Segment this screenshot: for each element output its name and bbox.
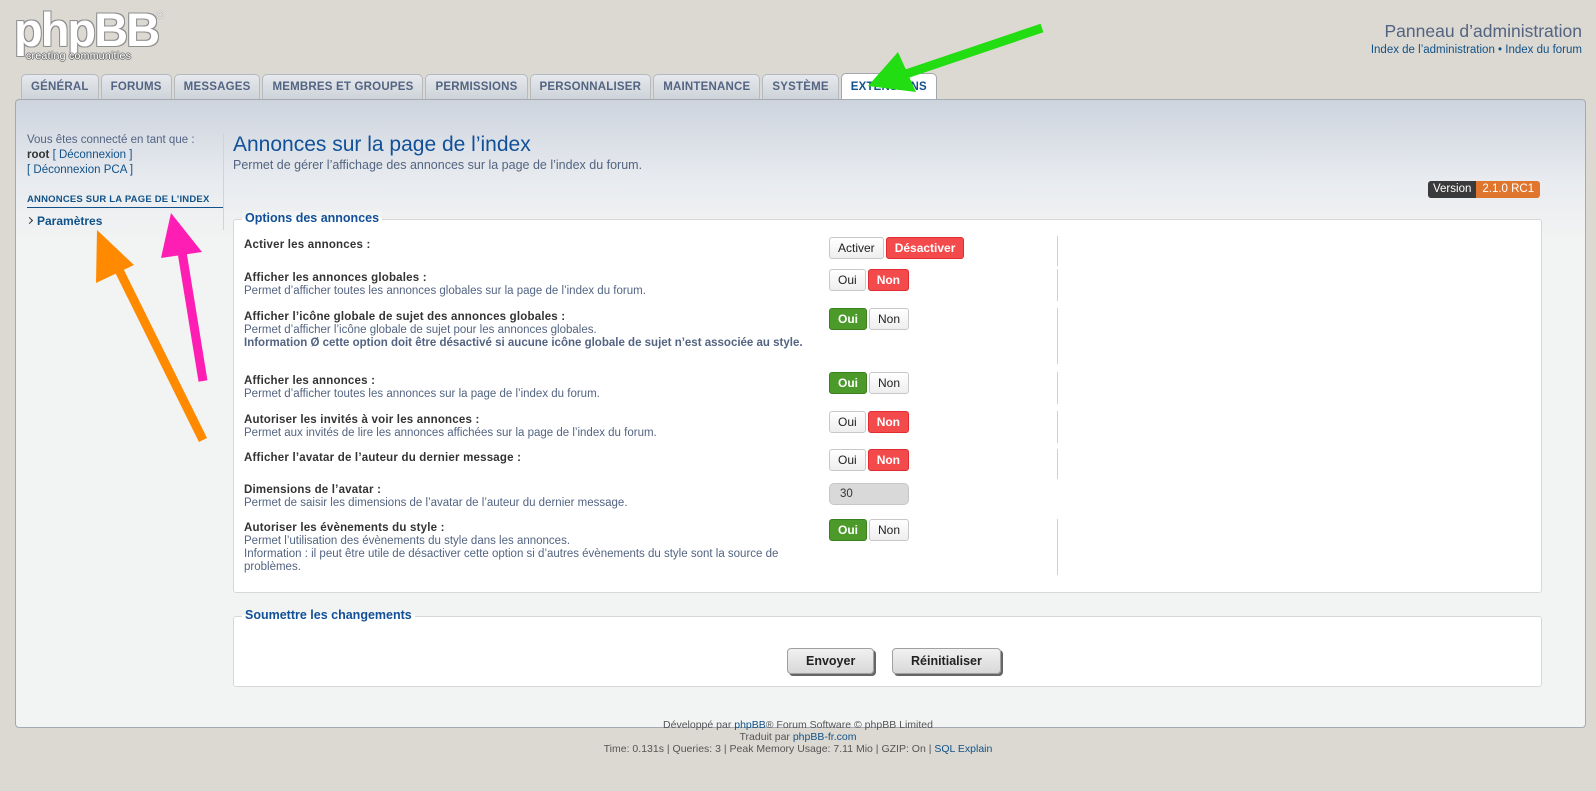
version-label: Version — [1428, 181, 1477, 198]
option-info: Information : il peut être utile de désa… — [244, 548, 779, 573]
forum-index-link[interactable]: Index du forum — [1505, 44, 1582, 56]
option-title: Activer les annonces : — [244, 239, 371, 251]
option-description: Permet l’utilisation des évènements du s… — [244, 535, 571, 547]
yes-button[interactable]: Oui — [829, 411, 866, 433]
option-title: Autoriser les évènements du style : — [244, 522, 445, 534]
option-description: Permet d’afficher toutes les annonces gl… — [244, 285, 646, 297]
tab-general[interactable]: GÉNÉRAL — [21, 74, 99, 99]
no-button[interactable]: Non — [869, 372, 910, 394]
yes-button[interactable]: Oui — [829, 308, 867, 330]
tab-forums[interactable]: FORUMS — [100, 74, 172, 99]
footer-debug: Time: 0.131s | Queries: 3 | Peak Memory … — [0, 743, 1596, 755]
row-separator — [1057, 411, 1058, 443]
option-title: Autoriser les invités à voir les annonce… — [244, 414, 480, 426]
tab-messages[interactable]: MESSAGES — [173, 74, 261, 99]
translator-link[interactable]: phpBB-fr.com — [793, 731, 857, 743]
main-tabs: GÉNÉRAL FORUMS MESSAGES MEMBRES ET GROUP… — [21, 73, 937, 100]
no-button[interactable]: Non — [867, 269, 910, 291]
no-button[interactable]: Non — [867, 449, 910, 471]
option-warning: Information Ø cette option doit être dés… — [244, 337, 803, 349]
footer-translation: Traduit par phpBB-fr.com — [0, 731, 1596, 743]
row-separator — [1057, 269, 1058, 301]
option-title: Afficher l’icône globale de sujet des an… — [244, 311, 566, 323]
admin-index-link[interactable]: Index de l’administration — [1371, 44, 1495, 56]
options-legend: Options des annonces — [242, 211, 383, 225]
option-title: Afficher l’avatar de l’auteur du dernier… — [244, 452, 522, 464]
reset-button[interactable]: Réinitialiser — [892, 648, 1001, 674]
footer-text: ® Forum Software © phpBB Limited — [765, 719, 933, 731]
yes-button[interactable]: Oui — [829, 519, 867, 541]
sidebar-divider — [223, 133, 224, 230]
sql-explain-link[interactable]: SQL Explain — [934, 743, 992, 755]
option-description: Permet d’afficher l’icône globale de suj… — [244, 324, 597, 336]
sidebar-user-info: Vous êtes connecté en tant que : root [ … — [27, 133, 224, 178]
tab-permissions[interactable]: PERMISSIONS — [425, 74, 528, 99]
avatar-size-input[interactable]: 30 — [829, 483, 909, 505]
submit-legend: Soumettre les changements — [242, 608, 415, 622]
option-title: Afficher les annonces globales : — [244, 272, 427, 284]
logout-link[interactable]: [ Déconnexion ] — [53, 149, 133, 161]
header-right: Panneau d’administration Index de l’admi… — [1371, 21, 1582, 56]
no-button[interactable]: Non — [867, 411, 910, 433]
global-announcements-toggle: Oui Non — [829, 269, 910, 291]
phpbb-logo[interactable]: phpBB ® creating communities — [14, 3, 165, 64]
option-description: Permet aux invités de lire les annonces … — [244, 427, 657, 439]
connected-as-label: Vous êtes connecté en tant que : — [27, 134, 195, 146]
header-links: Index de l’administration • Index du for… — [1371, 44, 1582, 56]
sidebar-section-heading: ANNONCES SUR LA PAGE DE L’INDEX — [27, 194, 224, 208]
footer-text: Développé par — [663, 719, 735, 731]
logo-tagline: creating communities — [26, 50, 132, 62]
footer-credit: Développé par phpBB® Forum Software © ph… — [0, 719, 1596, 731]
global-icon-toggle: Oui Non — [829, 308, 910, 330]
version-badge: Version 2.1.0 RC1 — [1428, 181, 1541, 198]
tab-extensions[interactable]: EXTENSIONS — [840, 73, 937, 100]
row-separator — [1057, 519, 1058, 575]
footer-text: Traduit par — [739, 731, 793, 743]
send-button[interactable]: Envoyer — [787, 648, 875, 674]
row-separator — [1057, 308, 1058, 364]
page-subtitle: Permet de gérer l’affichage des annonces… — [233, 158, 643, 172]
deactivate-button[interactable]: Désactiver — [885, 237, 965, 259]
row-separator — [1057, 236, 1058, 266]
options-fieldset: Options des annonces Activer les annonce… — [233, 211, 1542, 593]
yes-button[interactable]: Oui — [829, 372, 867, 394]
submit-fieldset: Soumettre les changements Envoyer Réinit… — [233, 608, 1542, 687]
style-events-toggle: Oui Non — [829, 519, 910, 541]
option-title: Afficher les annonces : — [244, 375, 376, 387]
guests-toggle: Oui Non — [829, 411, 910, 433]
tab-maintenance[interactable]: MAINTENANCE — [653, 74, 761, 99]
row-separator — [1057, 449, 1058, 479]
phpbb-link[interactable]: phpBB — [734, 719, 766, 731]
tab-system[interactable]: SYSTÈME — [762, 74, 839, 99]
show-announcements-toggle: Oui Non — [829, 372, 910, 394]
logo-text: phpBB — [14, 3, 160, 56]
tab-customise[interactable]: PERSONNALISER — [529, 74, 652, 99]
row-separator — [1057, 372, 1058, 404]
header-separator: • — [1498, 44, 1503, 56]
option-description: Permet de saisir les dimensions de l’ava… — [244, 497, 628, 509]
enable-toggle: Activer Désactiver — [829, 237, 965, 259]
logo-registered-mark: ® — [155, 10, 165, 21]
page-header-title: Panneau d’administration — [1384, 21, 1583, 41]
yes-button[interactable]: Oui — [829, 449, 866, 471]
yes-button[interactable]: Oui — [829, 269, 866, 291]
sidebar-item-parametres[interactable]: Paramètres — [27, 214, 102, 228]
version-value: 2.1.0 RC1 — [1476, 181, 1541, 198]
avatar-toggle: Oui Non — [829, 449, 910, 471]
activate-button[interactable]: Activer — [829, 237, 884, 259]
username: root — [27, 149, 50, 161]
no-button[interactable]: Non — [869, 308, 910, 330]
page-title: Annonces sur la page de l’index — [233, 133, 531, 156]
option-description: Permet d’afficher toutes les annonces su… — [244, 388, 600, 400]
no-button[interactable]: Non — [869, 519, 910, 541]
option-title: Dimensions de l’avatar : — [244, 484, 382, 496]
logout-acp-link[interactable]: [ Déconnexion PCA ] — [27, 163, 224, 178]
tab-members-groups[interactable]: MEMBRES ET GROUPES — [262, 74, 424, 99]
debug-info: Time: 0.131s | Queries: 3 | Peak Memory … — [603, 743, 935, 755]
